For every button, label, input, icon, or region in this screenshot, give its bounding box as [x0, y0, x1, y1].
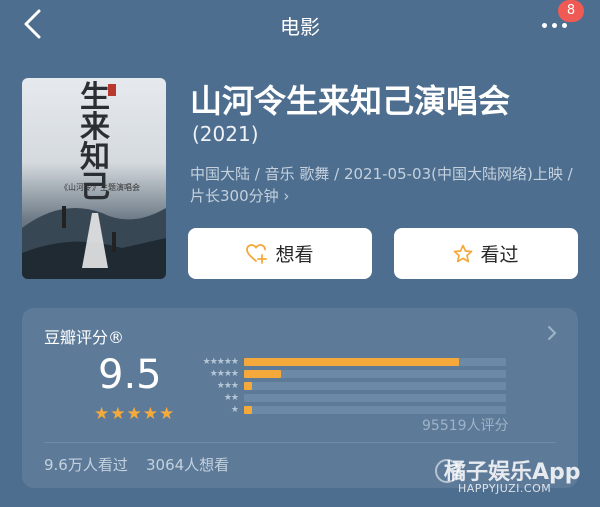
rating-bar-row: ★★★★★	[182, 356, 506, 368]
score-stars: ★ ★ ★ ★ ★	[94, 404, 174, 424]
rating-bar-track	[244, 394, 506, 402]
chevron-right-icon[interactable]	[545, 323, 559, 343]
more-dots-icon	[542, 23, 547, 28]
score-star-icon: ★	[126, 404, 142, 424]
want-to-watch-button[interactable]: 想看	[188, 228, 372, 279]
rating-bar-row: ★★★★	[182, 368, 506, 380]
want-to-watch-label: 想看	[275, 244, 314, 266]
header: 电影 8	[0, 0, 600, 48]
rating-bar-track	[244, 382, 506, 390]
rating-bar-row: ★★★	[182, 380, 506, 392]
watermark: 橘子娱乐App HAPPYJUZI.COM	[430, 456, 600, 506]
poster-subtitle: 《山河令》主题演唱会	[60, 183, 140, 192]
rating-count: 95519人评分	[422, 418, 509, 434]
star-outline-icon	[454, 244, 473, 262]
movie-poster[interactable]: 生来知己 《山河令》主题演唱会	[22, 78, 166, 279]
movie-title: 山河令生来知己演唱会	[190, 82, 511, 120]
score-star-icon: ★	[94, 404, 110, 424]
rating-bar-stars: ★★★	[216, 381, 239, 391]
score-star-icon: ★	[110, 404, 126, 424]
rating-title: 豆瓣评分®	[44, 328, 125, 347]
notification-badge: 8	[558, 0, 584, 22]
rating-bar-stars: ★★	[223, 393, 239, 403]
more-dot	[552, 23, 557, 28]
rating-bar-stars: ★★★★	[209, 369, 239, 379]
score-star-icon: ★	[142, 404, 158, 424]
rating-bar-fill	[244, 358, 459, 366]
more-dot	[562, 23, 567, 28]
want-count: 3064人想看	[146, 456, 230, 474]
rating-distribution: ★★★★★ ★★★★ ★★★ ★★ ★	[182, 356, 506, 416]
rating-bar-fill	[244, 370, 281, 378]
rating-bar-track	[244, 358, 506, 366]
rating-bar-fill	[244, 382, 252, 390]
watched-button[interactable]: 看过	[394, 228, 578, 279]
score-star-icon: ★	[159, 404, 175, 424]
rating-bar-track	[244, 370, 506, 378]
rating-bar-stars: ★	[230, 405, 239, 415]
rating-bar-row: ★★	[182, 392, 506, 404]
rating-bar-track	[244, 406, 506, 414]
heart-plus-icon	[246, 243, 268, 264]
watermark-url: HAPPYJUZI.COM	[458, 482, 552, 495]
rating-bar-stars: ★★★★★	[202, 357, 239, 367]
page-title: 电影	[280, 15, 320, 39]
movie-year: (2021)	[192, 122, 259, 146]
card-divider	[44, 442, 556, 443]
watched-label: 看过	[480, 244, 519, 266]
rating-score: 9.5	[98, 352, 162, 398]
movie-info[interactable]: 中国大陆 / 音乐 歌舞 / 2021-05-03(中国大陆网络)上映 / 片长…	[190, 163, 586, 207]
rating-bar-fill	[244, 406, 252, 414]
seen-count: 9.6万人看过	[44, 456, 128, 474]
